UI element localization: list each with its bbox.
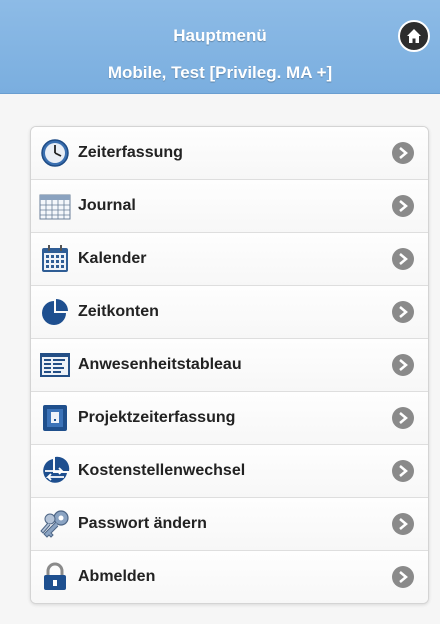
cost-center-switch-icon [38, 454, 72, 488]
calendar-icon [38, 242, 72, 276]
menu-item-label: Passwort ändern [78, 515, 207, 532]
chevron-right-icon [392, 566, 414, 588]
menu-item-label: Zeitkonten [78, 303, 159, 320]
chevron-right-icon [392, 513, 414, 535]
menu-item-label: Kalender [78, 250, 147, 267]
menu-item-label: Zeiterfassung [78, 144, 183, 161]
chevron-right-icon [392, 248, 414, 270]
menu-item-zeitkonten[interactable]: Zeitkonten [31, 286, 428, 339]
chevron-right-icon [392, 142, 414, 164]
menu-item-journal[interactable]: Journal [31, 180, 428, 233]
header-bar: Hauptmenü Mobile, Test [Privileg. MA +] [0, 0, 440, 94]
chevron-right-icon [392, 460, 414, 482]
home-button[interactable] [398, 20, 430, 52]
menu-item-label: Kostenstellenwechsel [78, 462, 246, 479]
home-icon [407, 29, 421, 43]
project-icon [38, 401, 72, 435]
menu-item-abmelden[interactable]: Abmelden [31, 551, 428, 603]
menu-item-kalender[interactable]: Kalender [31, 233, 428, 286]
chevron-right-icon [392, 301, 414, 323]
menu-item-passwort-aendern[interactable]: Passwort ändern [31, 498, 428, 551]
attendance-board-icon [38, 348, 72, 382]
menu-item-kostenstellenwechsel[interactable]: Kostenstellenwechsel [31, 445, 428, 498]
menu-item-projektzeiterfassung[interactable]: Projektzeiterfassung [31, 392, 428, 445]
chevron-right-icon [392, 407, 414, 429]
lock-icon [38, 560, 72, 594]
menu-item-label: Projektzeiterfassung [78, 409, 236, 426]
menu-item-label: Journal [78, 197, 136, 214]
chevron-right-icon [392, 195, 414, 217]
menu-item-label: Abmelden [78, 568, 156, 585]
journal-icon [38, 189, 72, 223]
chevron-right-icon [392, 354, 414, 376]
menu-item-anwesenheitstableau[interactable]: Anwesenheitstableau [31, 339, 428, 392]
pie-chart-icon [38, 295, 72, 329]
menu-item-zeiterfassung[interactable]: Zeiterfassung [31, 127, 428, 180]
page-title: Hauptmenü [173, 26, 267, 45]
menu-item-label: Anwesenheitstableau [78, 356, 242, 373]
clock-icon [38, 136, 72, 170]
main-menu: Zeiterfassung Journal Kalender Zeitkonte… [30, 126, 429, 604]
keys-icon [38, 507, 72, 541]
user-subtitle: Mobile, Test [Privileg. MA +] [107, 63, 333, 82]
